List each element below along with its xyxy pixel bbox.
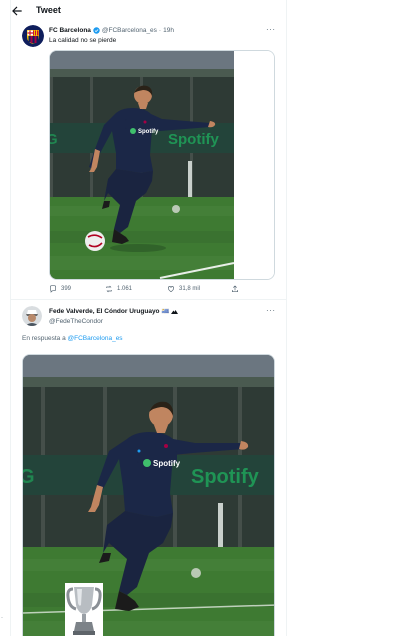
uruguay-flag-icon: 🇺🇾 bbox=[161, 309, 170, 315]
share-icon bbox=[232, 285, 238, 292]
author-handle[interactable]: @FCBarcelona_es bbox=[102, 27, 157, 34]
condor-icon bbox=[171, 309, 179, 314]
like-icon bbox=[168, 286, 174, 293]
edge-marker: · bbox=[1, 615, 3, 621]
reply-photo: Spotify G Spotify bbox=[23, 355, 274, 636]
retweet-count: 1.061 bbox=[117, 286, 133, 292]
meta-separator: · bbox=[158, 27, 162, 34]
retweet-button[interactable]: 1.061 bbox=[105, 285, 132, 293]
like-count: 31,8 mil bbox=[179, 286, 201, 292]
reply-media[interactable]: Spotify G Spotify bbox=[22, 354, 275, 636]
page-title: Tweet bbox=[36, 5, 61, 15]
replying-to-line: En respuesta a @FCBarcelona_es bbox=[22, 335, 123, 342]
tweet-photo: Spotify G Spotify bbox=[50, 51, 274, 279]
reply-icon bbox=[50, 285, 56, 293]
reply-button[interactable]: 399 bbox=[49, 285, 71, 293]
tweet-actions: 399 1.061 31,8 mil bbox=[49, 285, 249, 297]
author-name[interactable]: FC Barcelona bbox=[49, 27, 91, 34]
replying-to-mention[interactable]: @FCBarcelona_es bbox=[68, 335, 123, 342]
more-icon[interactable]: ··· bbox=[266, 25, 276, 34]
verified-badge-icon bbox=[93, 27, 100, 34]
tweet-time[interactable]: 19h bbox=[163, 27, 174, 34]
user-avatar-icon bbox=[22, 306, 42, 326]
like-button[interactable]: 31,8 mil bbox=[167, 285, 200, 293]
svg-text:Spotify: Spotify bbox=[191, 466, 260, 488]
reply-author-name[interactable]: Fede Valverde, El Cóndor Uruguayo bbox=[49, 308, 160, 315]
reply-author-handle[interactable]: @FedeTheCondor bbox=[49, 318, 103, 325]
back-arrow-icon[interactable] bbox=[10, 4, 24, 18]
replying-prefix: En respuesta a bbox=[22, 335, 66, 342]
fcb-crest-icon bbox=[22, 25, 44, 47]
reply-count: 399 bbox=[61, 286, 72, 292]
tweet-text: La calidad no se pierde bbox=[49, 37, 117, 44]
share-button[interactable] bbox=[231, 285, 239, 293]
trophy-icon bbox=[65, 583, 103, 636]
svg-text:Spotify: Spotify bbox=[153, 459, 181, 468]
svg-text:Spotify: Spotify bbox=[138, 129, 159, 135]
tweet-divider bbox=[10, 299, 287, 300]
page-header: Tweet bbox=[0, 0, 277, 22]
more-icon[interactable]: ··· bbox=[266, 306, 276, 315]
svg-text:G: G bbox=[23, 466, 35, 488]
svg-text:G: G bbox=[50, 131, 58, 148]
avatar[interactable] bbox=[22, 25, 44, 47]
tweet-media[interactable]: Spotify G Spotify bbox=[49, 50, 275, 280]
avatar[interactable] bbox=[22, 306, 42, 326]
svg-text:Spotify: Spotify bbox=[168, 131, 219, 148]
retweet-icon bbox=[106, 285, 112, 293]
tweet-author-line: FC Barcelona @FCBarcelona_es · 19h bbox=[49, 27, 174, 34]
reply-author-line: Fede Valverde, El Cóndor Uruguayo 🇺🇾 bbox=[49, 308, 179, 315]
